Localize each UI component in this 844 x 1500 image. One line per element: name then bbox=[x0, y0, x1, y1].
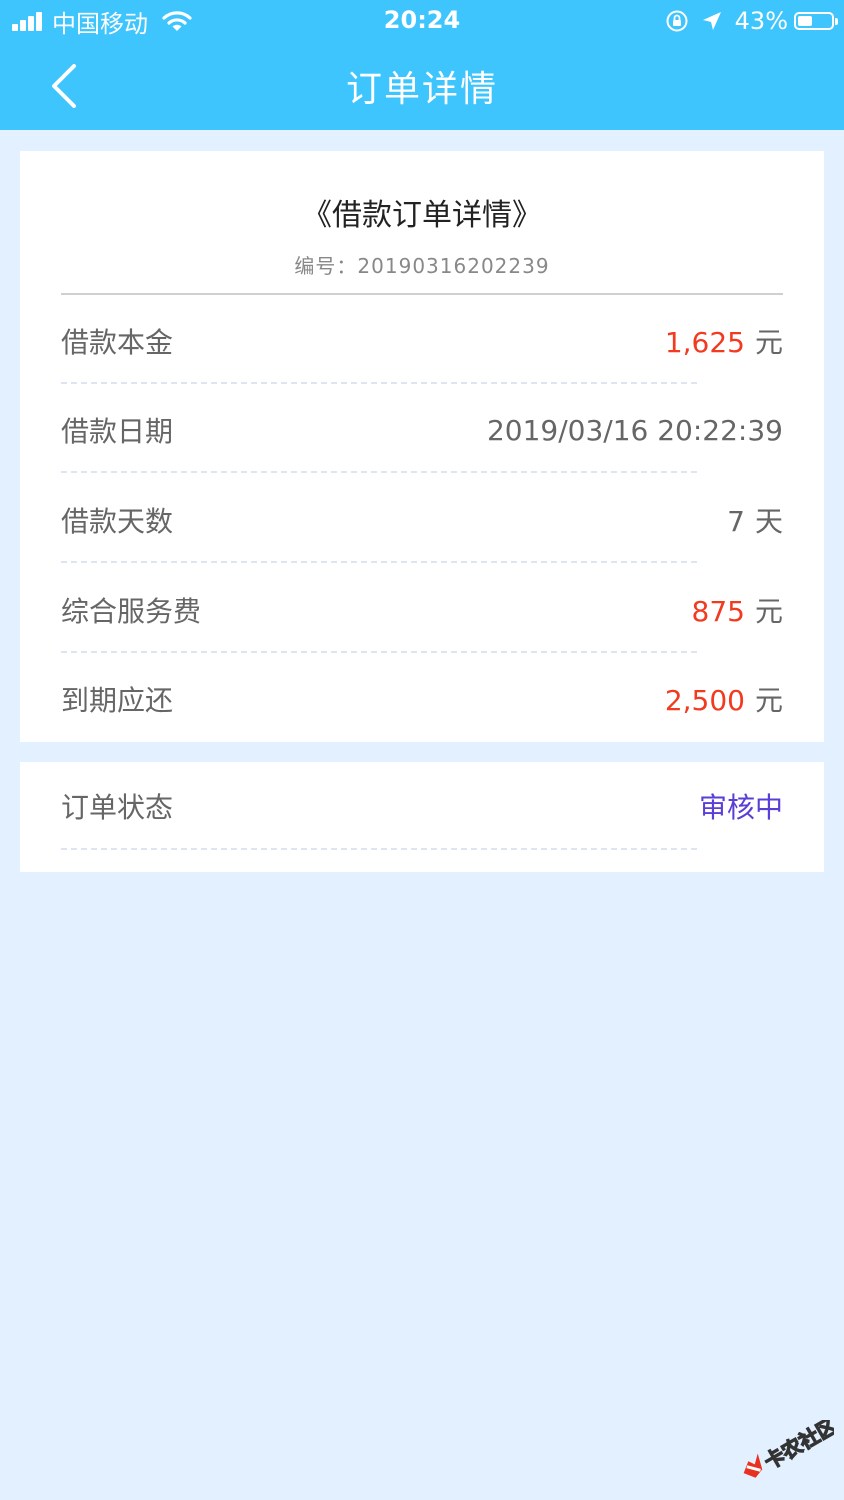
title-divider bbox=[61, 293, 783, 295]
row-unit: 元 bbox=[754, 595, 783, 628]
row-divider bbox=[61, 651, 697, 653]
row-label: 借款天数 bbox=[61, 505, 174, 538]
row-label: 借款本金 bbox=[61, 326, 174, 359]
row-label: 到期应还 bbox=[61, 684, 174, 717]
row-value: 7天 bbox=[727, 500, 783, 540]
status-right: 43% bbox=[665, 4, 838, 38]
detail-row-date: 借款日期 2019/03/16 20:22:39 bbox=[61, 400, 783, 460]
battery-icon bbox=[794, 12, 838, 30]
row-value: 审核中 bbox=[699, 786, 783, 826]
row-divider bbox=[61, 561, 697, 563]
battery-fill bbox=[798, 16, 812, 26]
detail-row-service-fee: 综合服务费 875 元 bbox=[61, 580, 783, 640]
status-bar: 中国移动 20:24 43% bbox=[0, 0, 844, 42]
app-header: 中国移动 20:24 43% 订单详情 bbox=[0, 0, 844, 130]
row-divider bbox=[61, 471, 697, 473]
row-value: 875 元 bbox=[692, 590, 783, 630]
watermark-text: 卡农社区 bbox=[760, 1420, 834, 1474]
row-value: 2,500 元 bbox=[665, 679, 783, 719]
row-label: 借款日期 bbox=[61, 415, 174, 448]
row-unit: 天 bbox=[754, 505, 783, 538]
rotation-lock-icon bbox=[666, 10, 688, 32]
row-unit: 元 bbox=[754, 326, 783, 359]
detail-row-days: 借款天数 7天 bbox=[61, 490, 783, 550]
battery-percent: 43% bbox=[734, 7, 788, 35]
detail-row-principal: 借款本金 1,625 元 bbox=[61, 311, 783, 371]
detail-row-due-amount: 到期应还 2,500 元 bbox=[61, 669, 783, 729]
order-status-row: 订单状态 审核中 bbox=[61, 776, 783, 836]
principal-amount: 1,625 bbox=[664, 326, 745, 359]
loan-days: 7 bbox=[727, 505, 745, 538]
document-title: 《借款订单详情》 bbox=[302, 198, 542, 233]
watermark-logo: 卡农社区 bbox=[743, 1420, 834, 1478]
row-divider bbox=[61, 848, 697, 850]
row-divider bbox=[61, 382, 697, 384]
row-label: 综合服务费 bbox=[61, 595, 202, 628]
row-value: 1,625 元 bbox=[665, 321, 783, 361]
row-value: 2019/03/16 20:22:39 bbox=[487, 414, 783, 447]
order-status-value: 审核中 bbox=[698, 791, 783, 824]
row-unit: 元 bbox=[754, 684, 783, 717]
order-status-label: 订单状态 bbox=[61, 791, 174, 824]
location-arrow-icon bbox=[702, 12, 721, 30]
page-title: 订单详情 bbox=[345, 69, 498, 110]
loan-date: 2019/03/16 20:22:39 bbox=[486, 413, 783, 447]
order-number: 编号：20190316202239 bbox=[294, 254, 550, 278]
service-fee-amount: 875 bbox=[691, 595, 745, 628]
due-amount: 2,500 bbox=[664, 684, 745, 717]
